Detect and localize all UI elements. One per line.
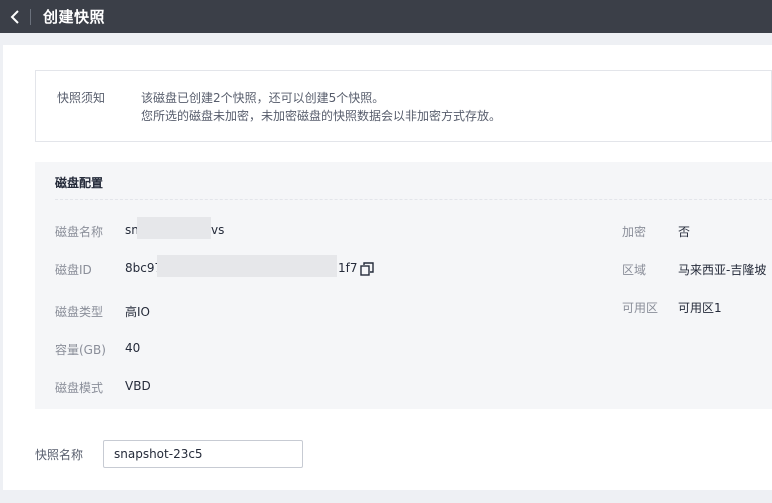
snapshot-name-input[interactable] — [103, 440, 303, 468]
redacted-disk-id — [157, 255, 337, 277]
encrypt-label: 加密 — [622, 225, 647, 239]
region-label: 区域 — [622, 263, 647, 277]
page-header: 创建快照 — [0, 0, 772, 33]
region-value: 马来西亚-吉隆坡 — [678, 263, 767, 277]
snapshot-name-label: 快照名称 — [35, 448, 84, 462]
main-content: 快照须知 该磁盘已创建2个快照，还可以创建5个快照。 您所选的磁盘未加密，未加密… — [3, 45, 772, 490]
chevron-left-icon — [10, 9, 19, 24]
disk-config-title: 磁盘配置 — [55, 176, 104, 190]
disk-id-suffix: 1f7 — [338, 261, 358, 275]
back-button[interactable] — [0, 0, 30, 33]
disk-name-suffix: vs — [211, 223, 225, 237]
disk-config-panel: 磁盘配置 磁盘名称 sn vs 磁盘ID 8bc97 1f7 磁盘类型 高IO … — [35, 162, 772, 409]
snapshot-notice: 快照须知 该磁盘已创建2个快照，还可以创建5个快照。 您所选的磁盘未加密，未加密… — [35, 70, 772, 142]
disk-mode-value: VBD — [125, 379, 151, 393]
encrypt-value: 否 — [678, 225, 691, 239]
page-title: 创建快照 — [43, 8, 106, 26]
disk-name-label: 磁盘名称 — [55, 225, 104, 239]
disk-type-label: 磁盘类型 — [55, 305, 104, 319]
az-label: 可用区 — [622, 301, 659, 315]
az-value: 可用区1 — [678, 301, 722, 315]
capacity-label: 容量(GB) — [55, 343, 106, 357]
disk-id-label: 磁盘ID — [55, 263, 92, 277]
notice-line-2: 您所选的磁盘未加密，未加密磁盘的快照数据会以非加密方式存放。 — [141, 109, 502, 123]
capacity-value: 40 — [125, 341, 141, 355]
disk-mode-label: 磁盘模式 — [55, 381, 104, 395]
notice-line-1: 该磁盘已创建2个快照，还可以创建5个快照。 — [141, 91, 385, 105]
disk-type-value: 高IO — [125, 305, 150, 319]
notice-label: 快照须知 — [57, 91, 106, 105]
copy-icon[interactable] — [360, 262, 374, 276]
config-divider — [55, 199, 772, 200]
redacted-disk-name — [137, 217, 211, 239]
header-divider — [30, 8, 31, 25]
